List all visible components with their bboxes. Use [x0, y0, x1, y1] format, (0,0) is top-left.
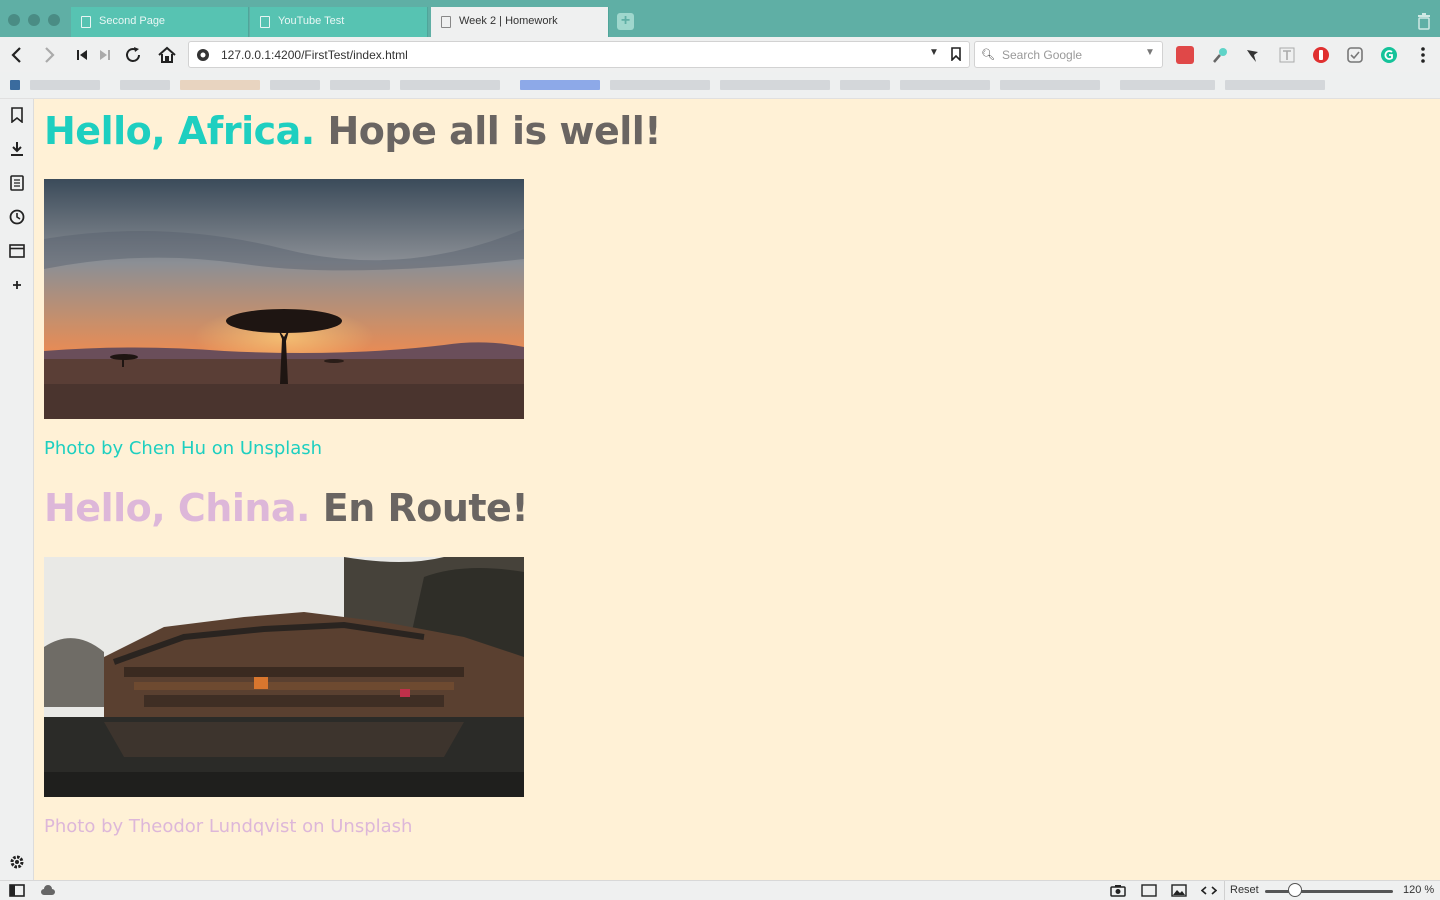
tab-bar: Second Page YouTube Test Week 2 | Homewo… — [0, 0, 1440, 37]
minimize-window-button[interactable] — [28, 14, 40, 26]
checkbox-extension-icon[interactable] — [1346, 46, 1364, 64]
add-panel-icon[interactable] — [9, 277, 25, 293]
chevron-down-icon[interactable]: ▼ — [929, 47, 939, 58]
address-text[interactable]: 127.0.0.1:4200/FirstTest/index.html — [221, 48, 408, 62]
camera-icon[interactable] — [1110, 884, 1126, 897]
bookmark-item[interactable] — [610, 80, 710, 90]
trash-icon[interactable] — [1417, 12, 1431, 30]
lastpass-extension-icon[interactable] — [1176, 46, 1194, 64]
cloud-sync-icon[interactable] — [40, 884, 56, 897]
history-icon[interactable] — [9, 209, 25, 225]
savanna-sunset-photo — [44, 179, 524, 419]
tab-title: YouTube Test — [278, 15, 345, 27]
page-icon — [441, 16, 451, 28]
tile-window-icon[interactable] — [1141, 884, 1157, 897]
panel-toggle-icon[interactable] — [9, 884, 25, 897]
china-greeting: Hello, China. — [44, 486, 311, 530]
site-info-icon[interactable] — [196, 48, 210, 62]
africa-greeting: Hello, Africa. — [44, 109, 315, 153]
grammarly-extension-icon[interactable] — [1380, 46, 1398, 64]
search-placeholder: Search Google — [1002, 48, 1083, 62]
bookmark-item[interactable] — [400, 80, 500, 90]
bookmark-item[interactable] — [270, 80, 320, 90]
close-window-button[interactable] — [8, 14, 20, 26]
tab-week2-homework[interactable]: Week 2 | Homework — [431, 7, 609, 37]
address-bar[interactable]: 127.0.0.1:4200/FirstTest/index.html ▼ — [188, 41, 970, 68]
status-bar: Reset 120 % — [0, 880, 1440, 900]
africa-tagline: Hope all is well! — [327, 109, 662, 153]
downloads-icon[interactable] — [9, 141, 25, 157]
tab-youtube-test[interactable]: YouTube Test — [250, 7, 428, 37]
window-panel-icon[interactable] — [9, 243, 25, 259]
bookmark-item[interactable] — [520, 80, 600, 90]
bookmark-item[interactable] — [900, 80, 990, 90]
magnifier-extension-icon[interactable] — [1212, 46, 1230, 64]
chevron-down-icon[interactable]: ▼ — [1145, 47, 1155, 58]
bird-extension-icon[interactable] — [1244, 46, 1262, 64]
bookmarks-panel-icon[interactable] — [9, 107, 25, 123]
notes-icon[interactable] — [9, 175, 25, 191]
code-icon[interactable] — [1201, 884, 1217, 897]
bookmark-icon[interactable] — [951, 47, 961, 61]
search-icon: 🔍︎ — [981, 49, 995, 61]
rewind-icon[interactable] — [71, 44, 93, 66]
bookmark-item[interactable] — [1000, 80, 1100, 90]
search-field[interactable]: 🔍︎ Search Google ▼ — [974, 41, 1163, 68]
back-arrow-icon[interactable] — [6, 44, 28, 66]
reload-icon[interactable] — [122, 44, 144, 66]
tab-title: Second Page — [99, 15, 166, 27]
zoom-window-button[interactable] — [48, 14, 60, 26]
side-panel — [0, 99, 34, 880]
page-icon — [260, 16, 270, 28]
tab-title: Week 2 | Homework — [459, 15, 558, 27]
menu-icon[interactable] — [1414, 46, 1432, 64]
new-tab-button[interactable]: + — [617, 13, 634, 30]
china-heading: Hello, China. En Route! — [44, 486, 529, 530]
zoom-level: 120 % — [1403, 884, 1435, 896]
china-photo-credit: Photo by Theodor Lundqvist on Unsplash — [44, 816, 413, 837]
bookmark-item[interactable] — [840, 80, 890, 90]
bookmark-favicon[interactable] — [10, 80, 20, 90]
tab-second-page[interactable]: Second Page — [71, 7, 249, 37]
bookmark-item[interactable] — [1225, 80, 1325, 90]
bookmark-item[interactable] — [720, 80, 830, 90]
bookmark-item[interactable] — [1120, 80, 1215, 90]
bookmark-item[interactable] — [30, 80, 100, 90]
image-toggle-icon[interactable] — [1171, 884, 1187, 897]
adblock-extension-icon[interactable] — [1312, 46, 1330, 64]
gear-icon[interactable] — [9, 854, 25, 870]
text-extension-icon[interactable] — [1278, 46, 1296, 64]
riverside-houses-photo — [44, 557, 524, 797]
zoom-slider[interactable] — [1265, 890, 1393, 893]
bookmark-item[interactable] — [180, 80, 260, 90]
africa-photo-credit: Photo by Chen Hu on Unsplash — [44, 438, 323, 459]
zoom-slider-handle[interactable] — [1288, 883, 1302, 897]
zoom-reset-button[interactable]: Reset — [1230, 884, 1259, 896]
page-icon — [81, 16, 91, 28]
africa-heading: Hello, Africa. Hope all is well! — [44, 109, 662, 153]
address-toolbar: 127.0.0.1:4200/FirstTest/index.html ▼ 🔍︎… — [0, 37, 1440, 72]
bookmark-item[interactable] — [330, 80, 390, 90]
home-icon[interactable] — [156, 44, 178, 66]
fast-forward-icon[interactable] — [94, 44, 116, 66]
page-content: Hello, Africa. Hope all is well! Photo b… — [34, 99, 1440, 880]
china-tagline: En Route! — [322, 486, 529, 530]
bookmark-item[interactable] — [120, 80, 170, 90]
forward-arrow-icon[interactable] — [38, 44, 60, 66]
bookmarks-bar — [0, 72, 1440, 99]
